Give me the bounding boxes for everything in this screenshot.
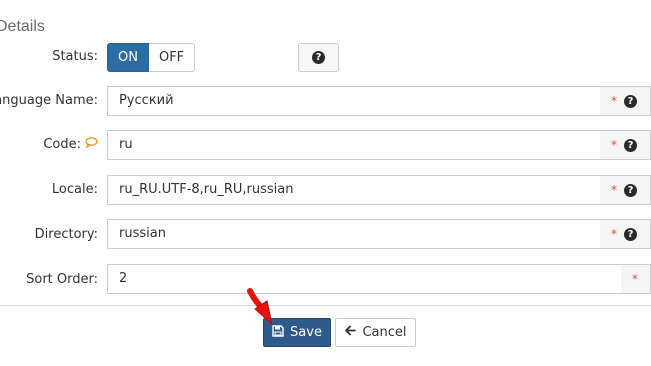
status-on-button[interactable]: ON [107,43,149,72]
question-circle-icon[interactable]: ? [624,94,637,108]
required-marker: * [611,227,617,241]
language-name-input[interactable]: Русский [107,86,601,116]
directory-input[interactable]: russian [107,219,601,249]
required-marker: * [611,138,617,152]
code-label: Code: [43,137,98,152]
pointer-arrow-icon [244,288,280,333]
speech-bubble-icon[interactable] [85,137,98,152]
directory-label: Directory: [34,227,98,242]
status-toggle[interactable]: ON OFF [107,43,196,72]
status-help-button[interactable]: ? [298,43,339,72]
section-title: Details [0,18,45,35]
status-label: Status: [52,49,98,64]
locale-addon: * ? [600,175,651,205]
code-input[interactable]: ru [107,130,601,160]
status-off-button[interactable]: OFF [148,43,196,72]
language-name-label: Language Name: [0,93,98,108]
required-marker: * [611,94,617,108]
language-name-addon: * ? [600,86,651,116]
directory-addon: * ? [600,219,651,249]
sort-order-label: Sort Order: [26,272,98,287]
sort-order-addon: * [621,264,651,294]
required-marker: * [611,183,617,197]
locale-label: Locale: [51,182,98,197]
details-panel: Details Status: ON OFF ? Language Name: … [0,0,651,306]
question-circle-icon[interactable]: ? [624,183,637,197]
question-circle-icon: ? [312,51,325,64]
arrow-left-icon [344,325,357,340]
cancel-button[interactable]: Cancel [335,318,416,347]
code-label-text: Code: [43,137,81,152]
save-label: Save [290,325,322,340]
locale-input[interactable]: ru_RU.UTF-8,ru_RU,russian [107,175,601,205]
question-circle-icon[interactable]: ? [624,138,637,152]
sort-order-input[interactable]: 2 [107,264,622,294]
required-marker: * [632,272,638,286]
cancel-label: Cancel [362,325,407,340]
code-addon: * ? [600,130,651,160]
question-circle-icon[interactable]: ? [624,227,637,241]
